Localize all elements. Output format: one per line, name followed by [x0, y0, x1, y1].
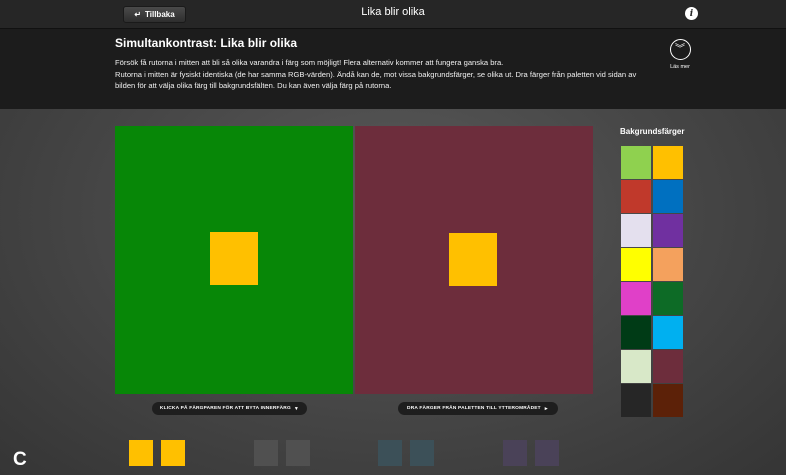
right-background-field[interactable] [355, 126, 593, 394]
palette-title: Bakgrundsfärger [620, 127, 685, 136]
color-pair-square[interactable] [254, 440, 278, 466]
description-banner: Simultankontrast: Lika blir olika Försök… [0, 29, 786, 109]
page-title: Lika blir olika [361, 6, 425, 18]
color-palette [621, 146, 683, 417]
palette-swatch[interactable] [653, 146, 683, 179]
description-line-2: Rutorna i mitten är fysiskt identiska (d… [115, 69, 637, 91]
palette-swatch[interactable] [653, 384, 683, 417]
drag-palette-hint-button[interactable]: DRA FÄRGER FRÅN PALETTEN TILL YTTEROMRÅD… [398, 402, 558, 415]
right-center-square[interactable] [449, 233, 497, 286]
palette-swatch[interactable] [621, 384, 651, 417]
palette-swatch[interactable] [653, 180, 683, 213]
color-pair-square[interactable] [410, 440, 434, 466]
palette-swatch[interactable] [621, 282, 651, 315]
palette-swatch[interactable] [621, 180, 651, 213]
left-background-field[interactable] [115, 126, 353, 394]
left-center-square[interactable] [210, 232, 258, 285]
triangle-right-icon: ► [543, 405, 549, 412]
info-icon[interactable]: i [685, 7, 698, 20]
double-chevron-down-icon: ︾ [669, 39, 691, 60]
swap-inner-color-label: KLICKA PÅ FÄRGPAREN FÖR ATT BYTA INNERFÄ… [159, 406, 291, 411]
color-pair-square[interactable] [378, 440, 402, 466]
color-pair-square[interactable] [161, 440, 185, 466]
palette-swatch[interactable] [621, 350, 651, 383]
palette-swatch[interactable] [653, 282, 683, 315]
palette-swatch[interactable] [653, 316, 683, 349]
palette-swatch[interactable] [621, 146, 651, 179]
corner-label: C [13, 449, 27, 470]
palette-swatch[interactable] [653, 248, 683, 281]
exercise-description: Försök få rutorna i mitten att bli så ol… [115, 57, 650, 92]
palette-swatch[interactable] [621, 214, 651, 247]
drag-palette-hint-label: DRA FÄRGER FRÅN PALETTEN TILL YTTEROMRÅD… [407, 406, 541, 411]
palette-swatch[interactable] [653, 350, 683, 383]
read-more-button[interactable]: ︾ Läs mer [665, 39, 695, 83]
top-nav-bar: ↵ Tillbaka Lika blir olika i [0, 0, 786, 29]
exercise-heading: Simultankontrast: Lika blir olika [115, 36, 298, 50]
triangle-down-icon: ▼ [293, 405, 300, 412]
description-line-1: Försök få rutorna i mitten att bli så ol… [115, 58, 504, 67]
color-pair-square[interactable] [503, 440, 527, 466]
read-more-label: Läs mer [670, 64, 690, 70]
app-window: ↵ Tillbaka Lika blir olika i Simultankon… [0, 0, 786, 475]
color-pair-square[interactable] [535, 440, 559, 466]
swap-inner-color-button[interactable]: KLICKA PÅ FÄRGPAREN FÖR ATT BYTA INNERFÄ… [152, 402, 307, 415]
palette-swatch[interactable] [653, 214, 683, 247]
palette-swatch[interactable] [621, 316, 651, 349]
palette-swatch[interactable] [621, 248, 651, 281]
color-pair-square[interactable] [286, 440, 310, 466]
color-pair-square[interactable] [129, 440, 153, 466]
